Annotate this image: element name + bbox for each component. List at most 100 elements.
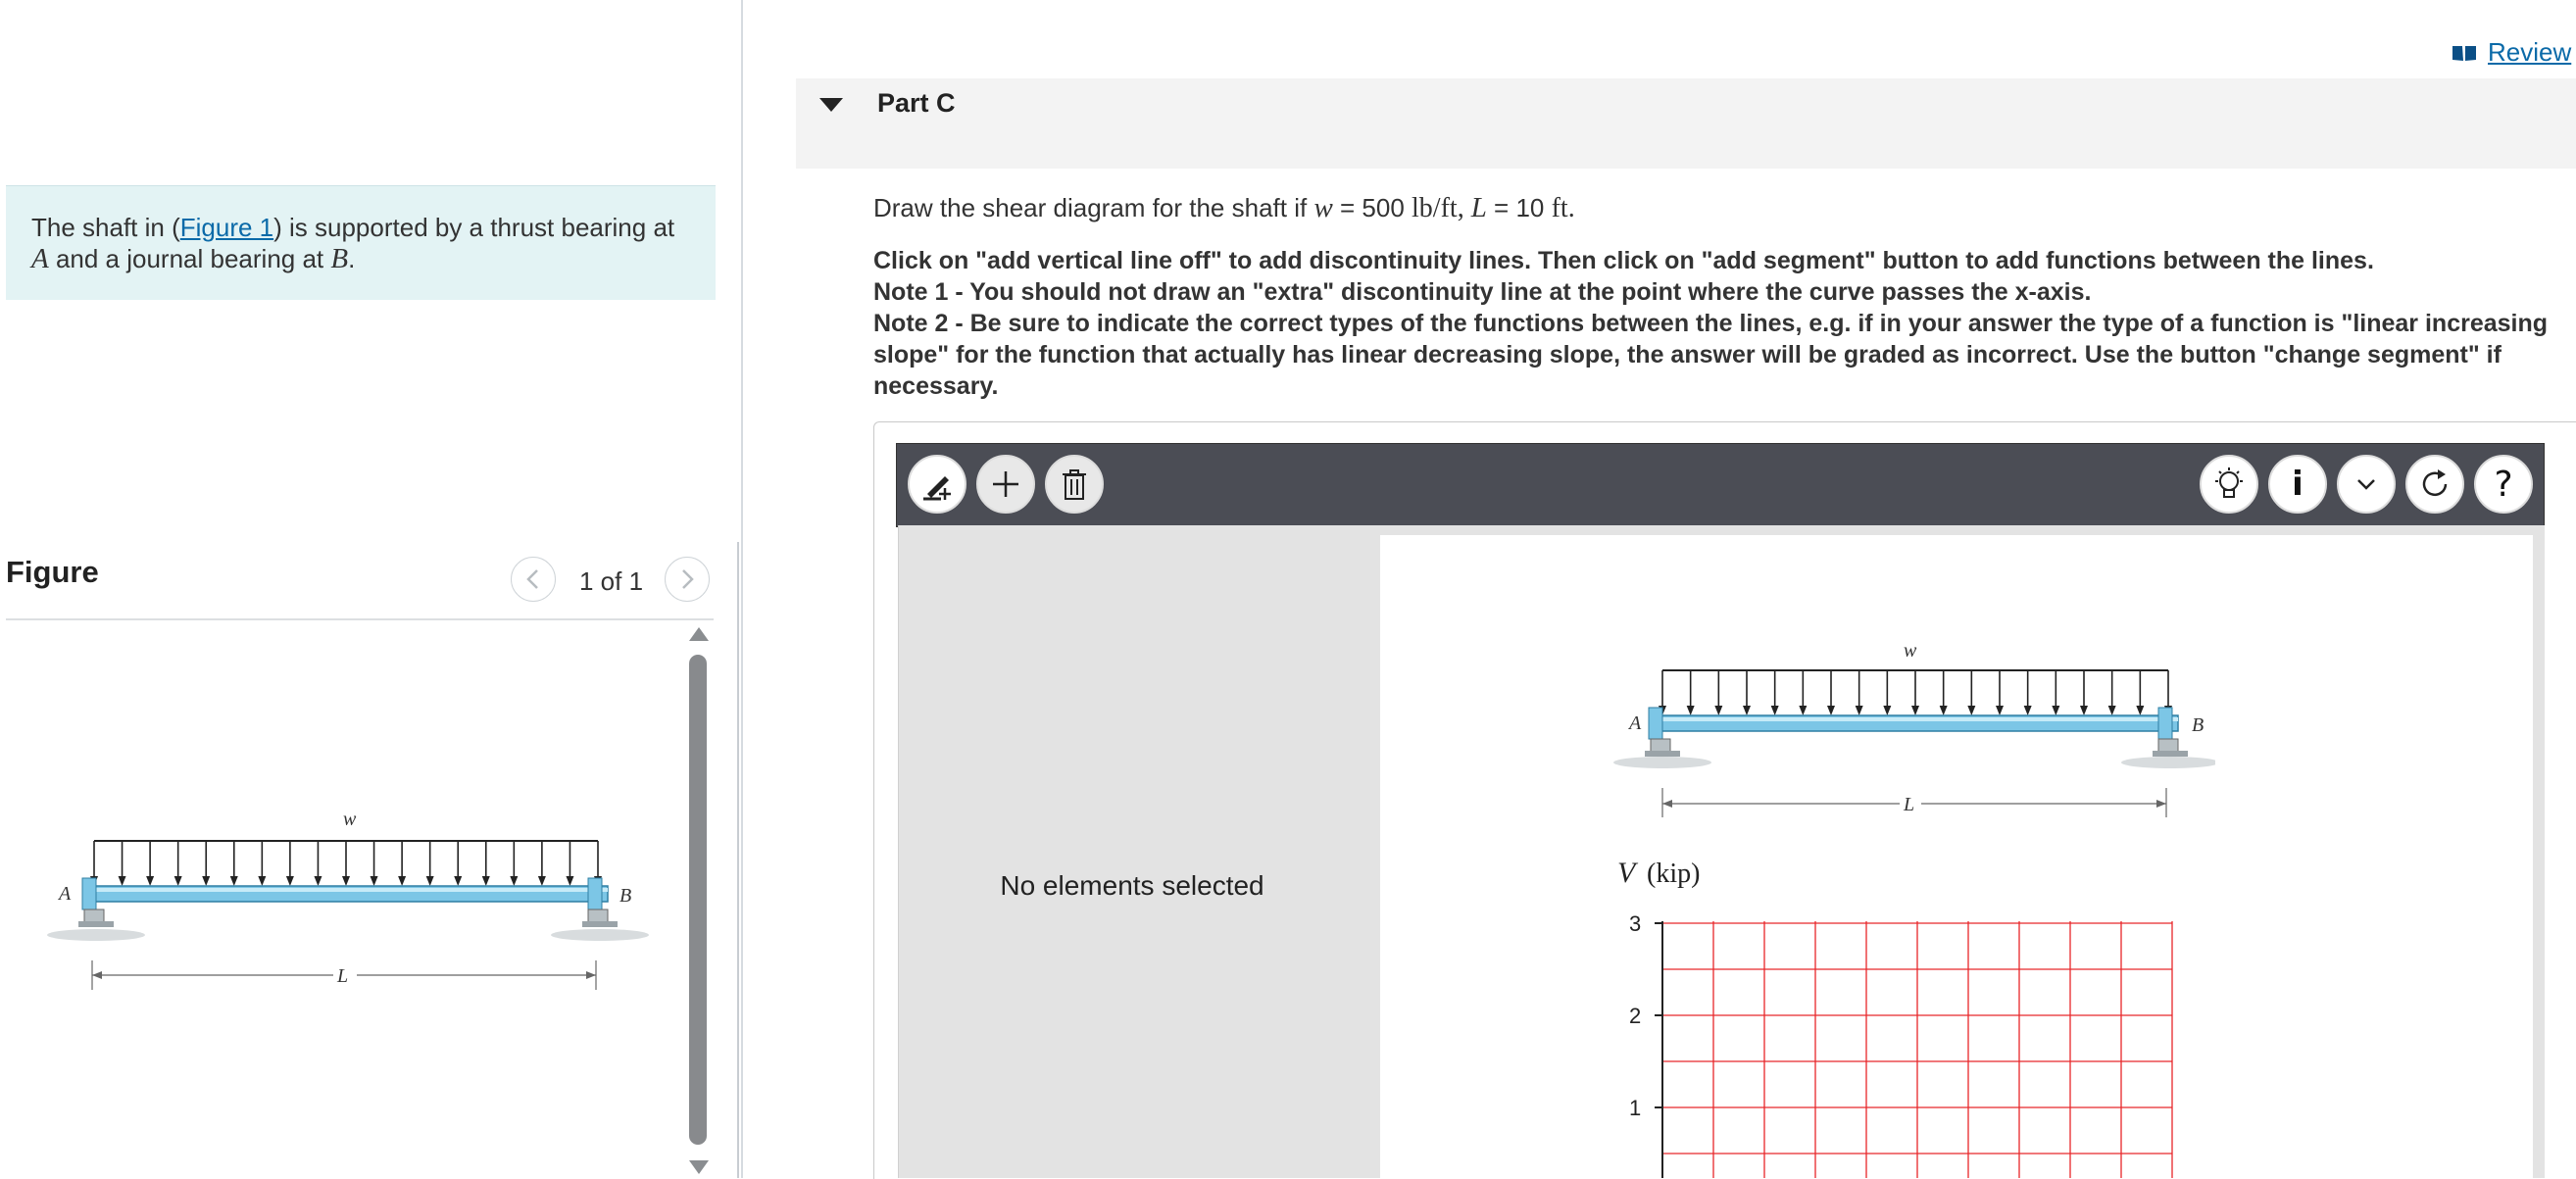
canvas-a-label: A bbox=[1627, 712, 1642, 734]
load-arrow-head bbox=[2107, 706, 2116, 715]
add-vertical-line-button[interactable] bbox=[908, 455, 966, 514]
chevron-down-icon bbox=[2357, 479, 2375, 490]
load-arrow-head bbox=[510, 876, 519, 886]
add-segment-button[interactable] bbox=[976, 455, 1035, 514]
question-unit2: ft bbox=[1551, 193, 1568, 223]
load-arrow-head bbox=[1770, 706, 1779, 715]
book-icon bbox=[2452, 45, 2476, 61]
instructions: Click on "add vertical line off" to add … bbox=[873, 245, 2559, 402]
part-header[interactable] bbox=[796, 78, 2576, 169]
graph-grid bbox=[1661, 921, 2173, 1178]
figure-next-button[interactable] bbox=[665, 557, 710, 602]
load-arrow-head bbox=[258, 876, 267, 886]
load-arrow-head bbox=[481, 876, 490, 886]
intro-text-start: The shaft in ( bbox=[31, 213, 180, 242]
load-arrow-head bbox=[425, 876, 434, 886]
part-title: Part C bbox=[877, 88, 956, 118]
load-arrow-head bbox=[285, 876, 294, 886]
delete-button[interactable] bbox=[1045, 455, 1104, 514]
question-eq2: = 10 bbox=[1486, 193, 1552, 222]
info-button[interactable]: i bbox=[2268, 455, 2327, 514]
figure-link[interactable]: Figure 1 bbox=[180, 213, 273, 242]
draw-line-icon bbox=[923, 476, 951, 501]
figure-a-label: A bbox=[57, 883, 72, 905]
figure-w-label: w bbox=[343, 809, 357, 830]
load-arrow-head bbox=[1799, 706, 1808, 715]
figure-title: Figure bbox=[6, 555, 99, 589]
load-arrow-head bbox=[2080, 706, 2088, 715]
load-arrow-head bbox=[1827, 706, 1835, 715]
help-button[interactable]: ? bbox=[2474, 455, 2533, 514]
review-link[interactable]: Review bbox=[2451, 37, 2571, 68]
load-arrow-head bbox=[1743, 706, 1751, 715]
instruction-2: Note 1 - You should not draw an "extra" … bbox=[873, 278, 2092, 306]
canvas-l-label: L bbox=[1903, 794, 1914, 815]
load-arrow-head bbox=[2136, 706, 2145, 715]
load-arrow-head bbox=[342, 876, 350, 886]
intro-text-end: . bbox=[348, 244, 356, 273]
question-end: . bbox=[1567, 193, 1575, 223]
help-icon: ? bbox=[2494, 464, 2513, 505]
lightbulb-icon bbox=[2215, 467, 2243, 498]
var-b: B bbox=[330, 243, 349, 274]
intro-text: The shaft in (Figure 1) is supported by … bbox=[31, 212, 698, 274]
bearing-b bbox=[587, 877, 603, 910]
canvas-w-label: w bbox=[1904, 640, 1917, 662]
load-arrow-head bbox=[1686, 706, 1695, 715]
figure-scrollbar[interactable] bbox=[689, 655, 707, 1145]
load-arrow-head bbox=[1911, 706, 1919, 715]
canvas-b-label: B bbox=[2192, 714, 2204, 736]
load-arrow-head bbox=[146, 876, 155, 886]
load-arrow-head bbox=[1883, 706, 1892, 715]
figure-count: 1 of 1 bbox=[579, 566, 644, 596]
load-arrow-head bbox=[1939, 706, 1948, 715]
load-arrow-head bbox=[1855, 706, 1863, 715]
instruction-3: Note 2 - Be sure to indicate the correct… bbox=[873, 310, 2549, 400]
expand-button[interactable] bbox=[2337, 455, 2396, 514]
load-arrow-head bbox=[537, 876, 546, 886]
question-var-w: w bbox=[1313, 192, 1333, 223]
load-arrow-head bbox=[454, 876, 463, 886]
load-arrow-head bbox=[1714, 706, 1723, 715]
load-arrow-head bbox=[398, 876, 407, 886]
reset-icon bbox=[2422, 469, 2448, 497]
load-arrow-head bbox=[370, 876, 378, 886]
canvas-load-arrows bbox=[1659, 670, 2172, 715]
bearing-a bbox=[81, 877, 97, 910]
load-arrow-head bbox=[2052, 706, 2060, 715]
ytick-1: 1 bbox=[1629, 1096, 1641, 1120]
load-arrow-head bbox=[118, 876, 126, 886]
review-label: Review bbox=[2488, 37, 2572, 67]
panel-divider[interactable] bbox=[741, 0, 743, 1178]
figure-prev-button[interactable] bbox=[511, 557, 556, 602]
scroll-down-arrow[interactable] bbox=[689, 1160, 709, 1174]
scroll-up-arrow[interactable] bbox=[689, 627, 709, 641]
question-text: Draw the shear diagram for the shaft if … bbox=[873, 192, 1575, 224]
distributed-load-arrows bbox=[90, 841, 602, 886]
load-arrow-head bbox=[314, 876, 322, 886]
load-arrow-head bbox=[2023, 706, 2032, 715]
collapse-caret-icon[interactable] bbox=[819, 98, 843, 112]
question-comma: , bbox=[1457, 193, 1471, 223]
hint-button[interactable] bbox=[2200, 455, 2258, 514]
chevron-left-icon bbox=[526, 569, 538, 589]
ytick-3: 3 bbox=[1629, 911, 1641, 936]
reset-button[interactable] bbox=[2405, 455, 2464, 514]
instruction-1: Click on "add vertical line off" to add … bbox=[873, 247, 2374, 274]
left-panel: The shaft in (Figure 1) is supported by … bbox=[0, 0, 741, 1178]
load-arrow-head bbox=[173, 876, 182, 886]
load-arrow-head bbox=[1996, 706, 2004, 715]
figure-divider bbox=[6, 618, 714, 620]
load-arrow-head bbox=[566, 876, 574, 886]
ytick-2: 2 bbox=[1629, 1004, 1641, 1028]
load-arrow-head bbox=[1967, 706, 1976, 715]
figure-b-label: B bbox=[619, 885, 631, 907]
no-selection-text: No elements selected bbox=[1000, 870, 1264, 901]
info-icon: i bbox=[2292, 465, 2304, 504]
var-a: A bbox=[31, 243, 49, 274]
figure-l-label: L bbox=[336, 965, 348, 987]
shear-graph[interactable]: V (kip) 3 2 1 bbox=[1608, 853, 2196, 1178]
problem-intro: The shaft in (Figure 1) is supported by … bbox=[6, 185, 716, 300]
panel-divider-inner bbox=[737, 542, 739, 1178]
question-eq1: = 500 bbox=[1332, 193, 1412, 222]
